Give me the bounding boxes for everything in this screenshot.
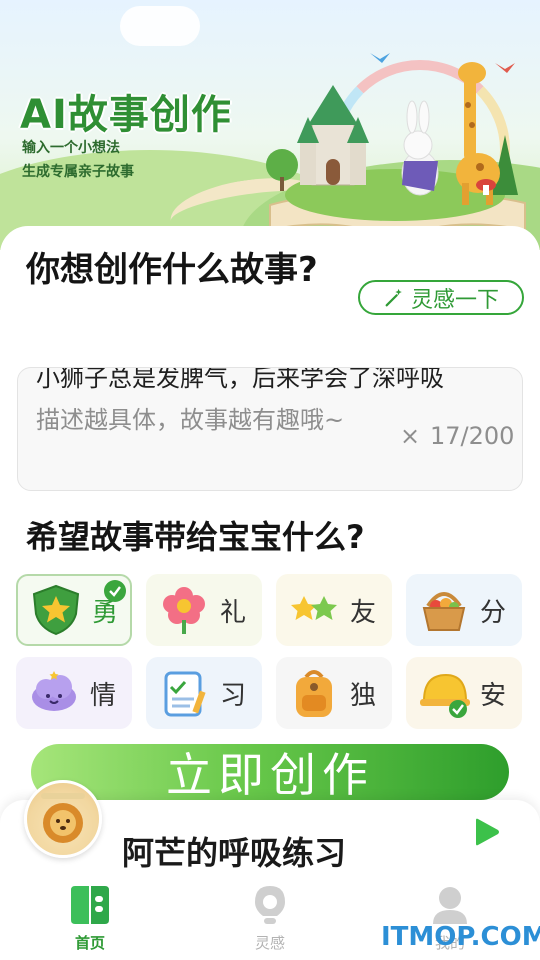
option-safety[interactable]: 安 [406, 657, 522, 729]
banner-subtitle: 输入一个小想法 [22, 140, 120, 156]
inspiration-label: 灵感一下 [410, 287, 499, 313]
option-label: 友 [350, 597, 377, 628]
story-input[interactable]: 小狮子总是发脾气，后来学会了深呼吸 描述越具体，故事越有趣哦~ × 17/200 [17, 367, 523, 491]
magic-wand-icon [385, 288, 402, 306]
char-counter: 17/200 [430, 422, 515, 450]
play-icon[interactable] [470, 816, 502, 848]
backpack-icon [296, 670, 332, 717]
story-input-placeholder: 描述越具体，故事越有趣哦~ [36, 406, 345, 434]
option-courage[interactable]: 勇 [16, 574, 132, 646]
helmet-icon [420, 673, 470, 718]
checklist-icon [164, 671, 206, 717]
option-independence[interactable]: 独 [276, 657, 392, 729]
inspiration-button[interactable]: 灵感一下 [358, 280, 524, 315]
banner-subtitle: 生成专属亲子故事 [22, 164, 134, 180]
check-icon [104, 580, 126, 602]
option-emotion[interactable]: 情 [16, 657, 132, 729]
option-label: 礼 [220, 597, 247, 628]
option-manners[interactable]: 礼 [146, 574, 262, 646]
home-book-icon [71, 886, 109, 924]
cloud-decoration [120, 6, 200, 46]
option-label: 独 [350, 680, 377, 711]
tab-home[interactable]: 首页 [45, 878, 135, 958]
option-label: 分 [480, 597, 507, 628]
option-habits[interactable]: 习 [146, 657, 262, 729]
tab-label: 首页 [74, 934, 105, 952]
story-question-title: 你想创作什么故事? [26, 250, 318, 290]
two-stars-icon [291, 596, 337, 620]
banner-title: AI故事创作 [20, 92, 232, 138]
storybook-illustration [266, 53, 526, 242]
option-label: 习 [220, 680, 247, 711]
lion-icon [41, 793, 85, 843]
tab-inspiration[interactable]: 灵感 [225, 878, 315, 958]
tab-label: 灵感 [254, 934, 285, 952]
option-label: 安 [480, 680, 507, 711]
fruit-basket-icon [422, 592, 466, 631]
benefit-question-title: 希望故事带给宝宝什么? [26, 518, 365, 556]
story-cover-image[interactable] [24, 780, 102, 858]
cloud-face-icon [32, 671, 76, 711]
option-sharing[interactable]: 分 [406, 574, 522, 646]
banner: AI故事创作 输入一个小想法 生成专属亲子故事 [0, 0, 540, 250]
watermark: ITMOP.COM [381, 922, 540, 952]
story-input-text[interactable]: 小狮子总是发脾气，后来学会了深呼吸 [36, 368, 476, 398]
bulb-icon [255, 886, 285, 924]
clear-icon[interactable]: × [400, 422, 420, 450]
option-friendship[interactable]: 友 [276, 574, 392, 646]
shield-star-icon [32, 584, 80, 636]
flower-icon [163, 587, 205, 634]
player-title: 阿芒的呼吸练习 [122, 834, 347, 872]
option-label: 情 [90, 680, 117, 711]
create-button[interactable]: 立即创作 [31, 744, 509, 802]
